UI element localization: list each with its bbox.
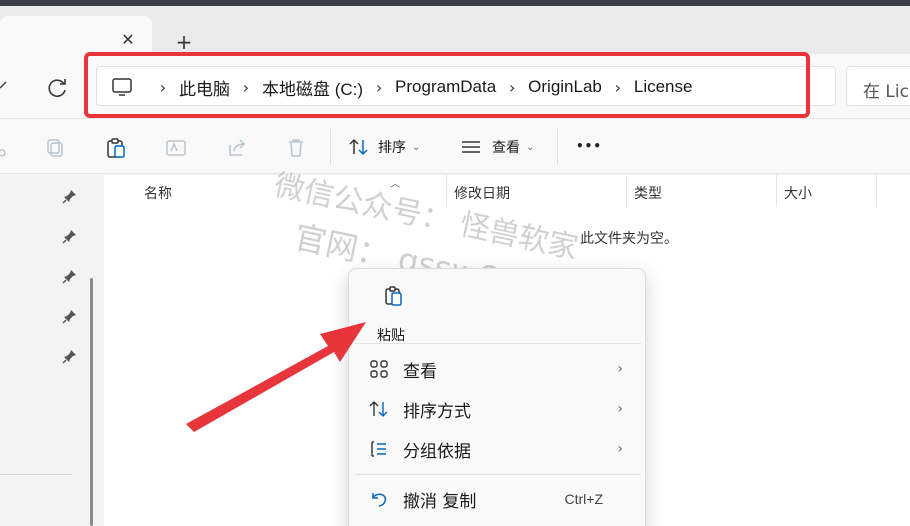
command-bar: 排序 ⌄ 查看 ⌄ ••• [0,118,910,174]
paste-label: 粘贴 [377,328,405,344]
chevron-down-icon: ⌄ [412,141,421,153]
column-header-type[interactable]: 类型 [624,175,776,207]
up-arrow-icon[interactable] [0,76,10,96]
share-icon[interactable] [226,137,248,159]
menu-item-label: 撤消 复制 [403,491,477,512]
view-list-icon [462,141,480,153]
sidebar-scrollbar[interactable] [90,278,93,526]
pin-icon[interactable] [62,228,78,244]
pin-icon[interactable] [62,308,78,324]
toolbar-divider [557,129,558,165]
paste-icon [385,286,402,306]
refresh-button[interactable] [44,74,72,102]
menu-divider [355,343,641,344]
menu-item-sort-by[interactable]: 排序方式 › [355,391,641,427]
chevron-down-icon: ⌄ [526,141,535,153]
paste-button[interactable]: 粘贴 [365,281,421,344]
menu-item-label: 查看 [403,361,437,382]
sort-icon [369,401,388,417]
menu-item-undo-copy[interactable]: 撤消 复制 Ctrl+Z [355,481,641,517]
column-header-modified[interactable]: 修改日期 [444,175,626,207]
sort-icon [349,138,368,156]
view-label: 查看 [492,140,520,156]
refresh-icon [48,79,66,97]
view-button[interactable]: 查看 ⌄ [460,133,534,161]
tab-close-button[interactable]: ✕ [118,30,138,50]
pin-icon[interactable] [62,188,78,204]
delete-icon[interactable] [285,137,307,159]
column-header-name[interactable]: 名称 [134,175,446,207]
copy-icon[interactable] [45,137,67,159]
menu-item-label: 排序方式 [403,401,471,422]
rename-icon[interactable] [165,137,187,159]
chevron-right-icon: › [617,441,623,457]
more-options-button[interactable]: ••• [576,139,602,153]
group-list-icon [371,441,386,457]
sidebar-divider [0,474,72,475]
undo-icon [372,493,387,507]
menu-divider [355,474,641,475]
chevron-right-icon: › [617,361,623,377]
sort-label: 排序 [378,140,406,156]
shortcut-hint: Ctrl+Z [564,491,604,507]
address-highlight-box [84,52,810,118]
new-tab-button[interactable]: + [172,30,196,54]
toolbar-divider [330,129,331,165]
column-header-size[interactable]: 大小 [774,175,876,207]
menu-item-group-by[interactable]: 分组依据 › [355,431,641,467]
sort-button[interactable]: 排序 ⌄ [348,133,420,161]
menu-item-label: 分组依据 [403,441,471,462]
search-input[interactable]: 在 Lice [846,66,910,106]
empty-folder-message: 此文件夹为空。 [580,231,678,247]
pin-icon[interactable] [62,268,78,284]
pin-icon[interactable] [62,348,78,364]
tab-bar: ✕ + [0,6,910,58]
grid-icon [370,360,388,378]
context-menu: 粘贴 查看 › 排序方式 › 分组依据 › 撤消 复制 Ctrl+Z [348,268,646,526]
paste-icon[interactable] [105,137,127,159]
cut-icon[interactable] [0,137,14,159]
chevron-right-icon: › [617,401,623,417]
menu-item-view[interactable]: 查看 › [355,351,641,387]
column-divider[interactable] [876,175,877,207]
